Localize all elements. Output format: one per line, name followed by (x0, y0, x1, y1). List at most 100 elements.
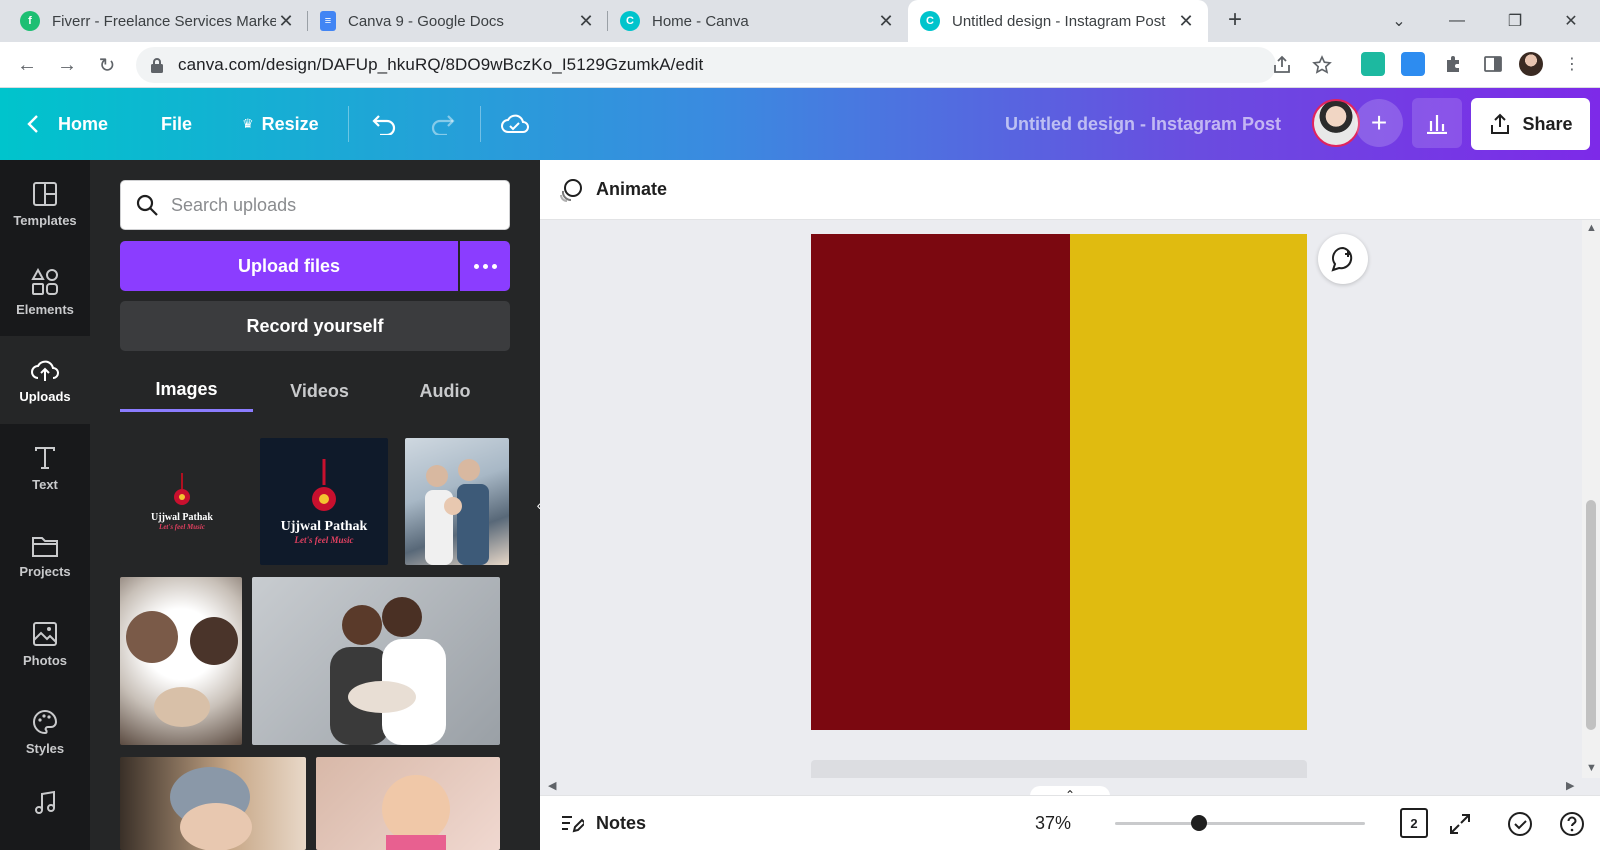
forward-icon[interactable]: → (52, 50, 82, 80)
laughing-baby-photo (382, 775, 450, 850)
rail-label: Text (32, 476, 58, 492)
rail-item-uploads[interactable]: Uploads (0, 336, 90, 424)
animate-button[interactable]: Animate (596, 179, 667, 200)
music-note-icon (35, 790, 55, 814)
new-tab-button[interactable]: + (1222, 8, 1248, 34)
templates-icon (33, 181, 57, 206)
upload-thumbnail-couple-baby[interactable] (120, 577, 242, 745)
tab-google-docs[interactable]: ≡ Canva 9 - Google Docs ✕ (308, 0, 608, 42)
design-page[interactable] (811, 234, 1307, 730)
undo-button[interactable] (371, 88, 397, 160)
rail-item-templates[interactable]: Templates (0, 160, 90, 248)
address-bar[interactable]: canva.com/design/DAFUp_hkuRQ/8DO9wBczKo_… (136, 47, 1276, 83)
scroll-left-icon[interactable]: ◀ (548, 779, 556, 792)
zoom-percentage[interactable]: 37% (1035, 796, 1071, 850)
lock-icon (151, 58, 163, 73)
next-page-preview[interactable] (811, 760, 1307, 778)
logo-tagline: Let's feel Music (159, 522, 205, 531)
scroll-up-icon[interactable]: ▲ (1586, 222, 1597, 234)
tab-images[interactable]: Images (120, 370, 253, 412)
minimize-icon[interactable]: — (1428, 0, 1486, 42)
close-icon[interactable]: ✕ (1176, 11, 1196, 32)
guitar-logo-icon (174, 472, 190, 505)
resize-label: Resize (261, 113, 319, 134)
fullscreen-icon[interactable] (1445, 809, 1475, 839)
tab-search-icon[interactable]: ⌄ (1370, 0, 1428, 42)
upload-more-options-button[interactable] (460, 241, 510, 291)
upload-thumbnail-laughing-baby[interactable] (316, 757, 500, 850)
tab-home-canva[interactable]: C Home - Canva ✕ (608, 0, 908, 42)
record-yourself-button[interactable]: Record yourself (120, 301, 510, 351)
profile-avatar[interactable] (1519, 52, 1543, 76)
file-menu-button[interactable]: File (161, 88, 192, 160)
design-yellow-panel[interactable] (1070, 234, 1307, 730)
close-icon[interactable]: ✕ (576, 11, 596, 32)
close-icon[interactable]: ✕ (276, 11, 296, 32)
bar-chart-icon (1427, 115, 1447, 134)
design-title[interactable]: Untitled design - Instagram Post (1005, 88, 1281, 160)
browser-menu-icon[interactable]: ⋮ (1560, 52, 1584, 76)
more-dot (491, 263, 497, 269)
search-uploads-input[interactable] (171, 194, 491, 216)
scrollbar-thumb[interactable] (1586, 500, 1596, 730)
upload-thumbnail-parents-newborn[interactable] (252, 577, 500, 745)
share-button[interactable]: Share (1471, 98, 1590, 150)
tab-untitled-design[interactable]: C Untitled design - Instagram Post ✕ (908, 0, 1208, 42)
upload-thumbnail-logo-dark[interactable]: Ujjwal Pathak Let's feel Music (260, 438, 388, 565)
rail-item-text[interactable]: Text (0, 424, 90, 512)
rail-item-projects[interactable]: Projects (0, 512, 90, 600)
notes-button[interactable]: Notes (560, 796, 646, 850)
zoom-slider-handle[interactable] (1191, 815, 1207, 831)
upload-files-button[interactable]: Upload files (120, 241, 458, 291)
close-icon[interactable]: ✕ (876, 11, 896, 32)
rail-item-styles[interactable]: Styles (0, 688, 90, 776)
chevron-left-icon (27, 115, 38, 133)
upload-thumbnail-logo-light[interactable]: Ujjwal Pathak Let's feel Music (120, 438, 244, 565)
upload-thumbnail-family-portrait[interactable] (405, 438, 509, 565)
scroll-down-icon[interactable]: ▼ (1586, 762, 1597, 774)
page-count-button[interactable]: 2 (1400, 808, 1428, 838)
add-comment-button[interactable] (1318, 234, 1368, 284)
add-collaborator-button[interactable]: + (1355, 99, 1403, 147)
redo-button[interactable] (430, 88, 456, 160)
uploads-icon (31, 360, 59, 381)
extensions-puzzle-icon[interactable] (1441, 52, 1465, 76)
tab-fiverr[interactable]: f Fiverr - Freelance Services Marketplac… (8, 0, 308, 42)
rail-item-photos[interactable]: Photos (0, 600, 90, 688)
save-status-button[interactable] (500, 88, 530, 160)
insights-button[interactable] (1412, 98, 1462, 148)
tab-audio[interactable]: Audio (380, 370, 510, 412)
collaborator-avatar[interactable] (1312, 99, 1360, 147)
rail-label: Styles (25, 740, 65, 756)
resize-button[interactable]: ♛ Resize (242, 88, 319, 160)
reload-icon[interactable]: ↻ (92, 50, 122, 80)
logo-tagline: Let's feel Music (294, 534, 354, 545)
rail-item-elements[interactable]: Elements (0, 248, 90, 336)
upload-thumbnail-sleeping-baby[interactable] (120, 757, 306, 850)
help-icon[interactable] (1557, 809, 1587, 839)
google-docs-icon: ≡ (320, 11, 336, 31)
back-icon[interactable]: ← (12, 50, 42, 80)
tab-title: Home - Canva (652, 12, 749, 30)
side-panel-icon[interactable] (1481, 52, 1505, 76)
extension-translate-icon[interactable] (1401, 52, 1425, 76)
search-box[interactable] (120, 180, 510, 230)
check-circle-icon[interactable] (1505, 809, 1535, 839)
design-maroon-panel[interactable] (811, 234, 1070, 730)
tab-videos[interactable]: Videos (253, 370, 386, 412)
photos-icon (33, 621, 57, 646)
scroll-right-icon[interactable]: ▶ (1566, 779, 1574, 792)
share-page-icon[interactable] (1270, 53, 1294, 77)
notes-label: Notes (596, 813, 647, 833)
zoom-slider[interactable] (1115, 815, 1365, 831)
rail-label: Elements (16, 301, 74, 317)
restore-icon[interactable]: ❐ (1486, 0, 1544, 42)
file-label: File (161, 113, 193, 134)
extension-download-icon[interactable] (1361, 52, 1385, 76)
canva-icon: C (620, 11, 640, 31)
window-close-icon[interactable]: ✕ (1542, 0, 1600, 42)
home-button[interactable]: Home (26, 88, 108, 160)
bookmark-star-icon[interactable] (1310, 53, 1334, 77)
rail-item-audio[interactable] (0, 776, 90, 846)
vertical-scrollbar[interactable]: ▲ ▼ (1582, 220, 1600, 778)
